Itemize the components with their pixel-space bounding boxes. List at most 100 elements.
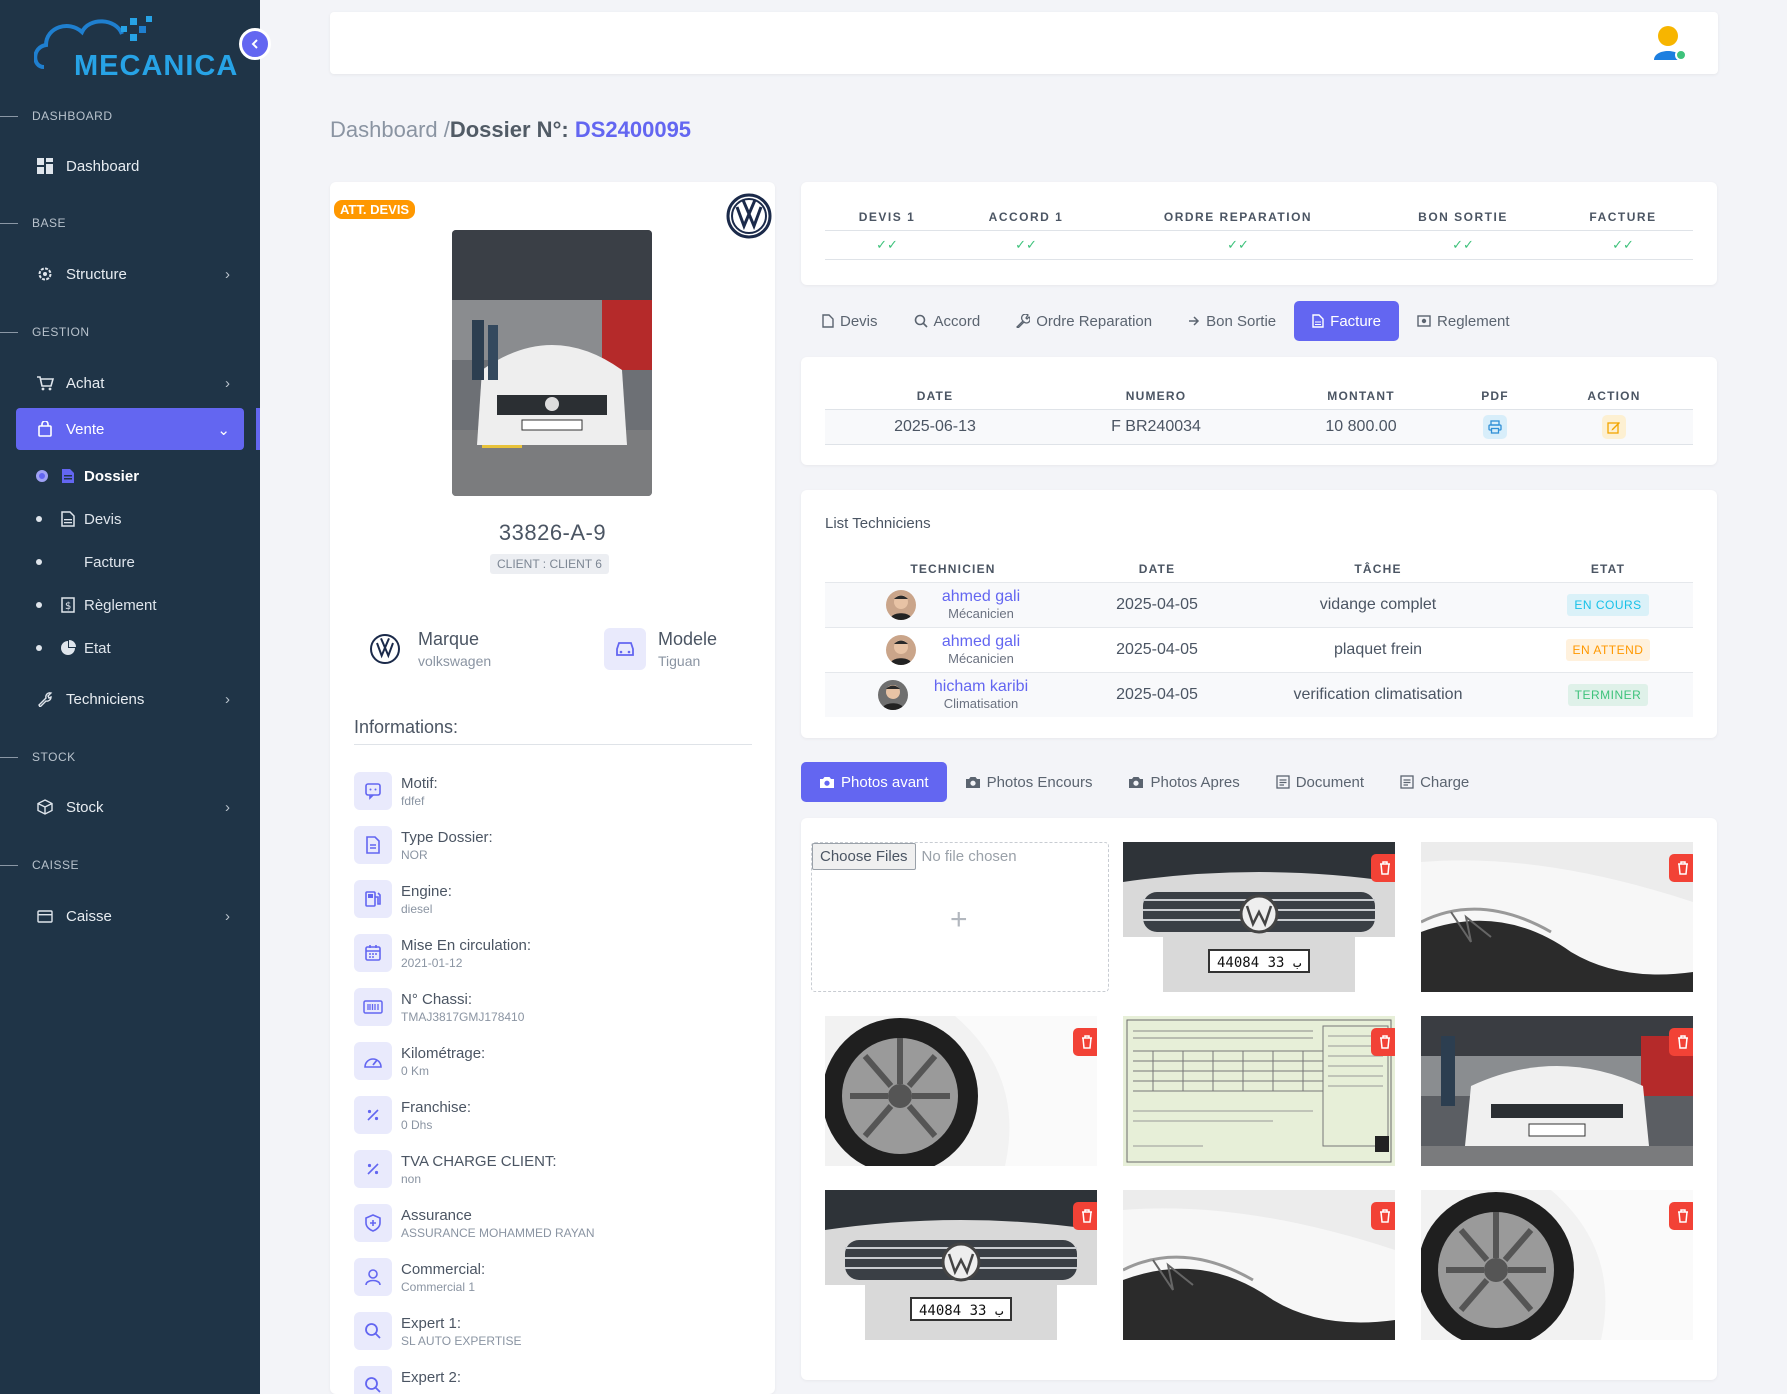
technicien-name[interactable]: hicham karibi xyxy=(934,678,1028,696)
delete-photo-button[interactable] xyxy=(1073,1202,1097,1230)
photo-thumbnail[interactable] xyxy=(1421,1016,1693,1166)
facture-date: 2025-06-13 xyxy=(894,417,976,435)
tab-photos-avant[interactable]: Photos avant xyxy=(801,762,947,802)
tab-label: Ordre Reparation xyxy=(1036,312,1153,330)
calendar-icon xyxy=(354,934,392,972)
photo-tabs: Photos avant Photos Encours Photos Apres… xyxy=(801,762,1487,802)
sidebar-item-dashboard[interactable]: Dashboard xyxy=(16,145,244,187)
delete-photo-button[interactable] xyxy=(1371,1202,1395,1230)
vehicle-photo xyxy=(452,230,652,496)
technicien-tache: plaquet frein xyxy=(1233,626,1523,672)
file-upload-dropzone[interactable]: Choose Files No file chosen + xyxy=(811,842,1109,992)
sidebar-item-structure[interactable]: Structure › xyxy=(16,253,244,295)
bullet-icon xyxy=(36,470,48,482)
delete-photo-button[interactable] xyxy=(1669,1202,1693,1230)
active-indicator xyxy=(256,408,260,450)
sidebar-sub-devis[interactable]: Devis xyxy=(36,510,122,528)
double-check-icon: ✓✓ xyxy=(876,237,898,252)
table-row: 2025-06-13 F BR240034 10 800.00 xyxy=(825,409,1693,444)
photo-thumbnail[interactable]: 44084 ب 33 xyxy=(1123,842,1395,992)
tab-photos-apres[interactable]: Photos Apres xyxy=(1110,762,1257,802)
tab-label: Reglement xyxy=(1437,312,1510,330)
delete-photo-button[interactable] xyxy=(1371,854,1395,882)
info-value: Commercial 1 xyxy=(401,1280,476,1294)
photo-thumbnail[interactable] xyxy=(1123,1190,1395,1340)
sidebar-sub-dossier[interactable]: Dossier xyxy=(36,467,139,485)
photo-thumbnail[interactable]: 44084 ب 33 xyxy=(825,1190,1097,1340)
tab-label: Accord xyxy=(933,312,981,330)
choose-files-button[interactable]: Choose Files xyxy=(812,843,916,870)
collapse-sidebar-button[interactable] xyxy=(239,28,271,60)
info-label: Expert 1: xyxy=(401,1315,462,1332)
info-value: NOR xyxy=(401,848,428,862)
vw-logo-icon xyxy=(725,192,773,240)
tab-devis[interactable]: Devis xyxy=(804,301,896,341)
column-header: ETAT xyxy=(1590,561,1626,576)
breadcrumb-root[interactable]: Dashboard / xyxy=(330,117,450,142)
sidebar-item-techniciens[interactable]: Techniciens › xyxy=(16,678,244,720)
delete-photo-button[interactable] xyxy=(1073,1028,1097,1056)
sidebar-item-stock[interactable]: Stock › xyxy=(16,786,244,828)
user-avatar[interactable] xyxy=(1652,24,1688,62)
modele-label: Modele xyxy=(658,629,718,649)
document-lines-icon xyxy=(1276,775,1290,789)
bullet-icon xyxy=(36,516,42,522)
tab-label: Photos Apres xyxy=(1150,773,1240,791)
tab-photos-encours[interactable]: Photos Encours xyxy=(947,762,1111,802)
trash-icon xyxy=(1082,1035,1092,1049)
sidebar-item-label: Techniciens xyxy=(66,690,145,708)
technicien-name[interactable]: ahmed gali xyxy=(942,633,1020,651)
tab-ordre-reparation[interactable]: Ordre Reparation xyxy=(998,301,1170,341)
brand-logo[interactable]: MECANICA xyxy=(33,12,237,82)
tab-reglement[interactable]: Reglement xyxy=(1399,301,1528,341)
photo-thumbnail[interactable] xyxy=(1123,1016,1395,1166)
column-header: TECHNICIEN xyxy=(910,561,996,576)
tab-bon-sortie[interactable]: Bon Sortie xyxy=(1170,301,1294,341)
delete-photo-button[interactable] xyxy=(1371,1028,1395,1056)
column-header: TÂCHE xyxy=(1354,561,1402,576)
info-row: Franchise: 0 Dhs xyxy=(354,1096,471,1134)
techniciens-card: List Techniciens TECHNICIEN DATE TÂCHE E… xyxy=(801,490,1717,738)
photo-thumbnail[interactable] xyxy=(1421,1190,1693,1340)
column-header: DATE xyxy=(1138,561,1176,576)
technicien-name[interactable]: ahmed gali xyxy=(942,588,1020,606)
info-value: 0 Dhs xyxy=(401,1118,433,1132)
sidebar-sub-etat[interactable]: Etat xyxy=(36,639,111,657)
sidebar-sub-label: Dossier xyxy=(84,467,140,485)
sidebar-sub-reglement[interactable]: $ Règlement xyxy=(36,596,157,614)
delete-photo-button[interactable] xyxy=(1669,1028,1693,1056)
sidebar-item-achat[interactable]: Achat › xyxy=(16,362,244,404)
section-stock: STOCK xyxy=(0,750,76,764)
tab-charge[interactable]: Charge xyxy=(1382,762,1487,802)
camera-icon xyxy=(819,776,835,789)
svg-text:44084 ب 33: 44084 ب 33 xyxy=(1217,955,1302,971)
sidebar-sub-facture[interactable]: Facture xyxy=(36,553,135,571)
print-pdf-button[interactable] xyxy=(1483,414,1507,439)
tab-label: Bon Sortie xyxy=(1206,312,1277,330)
tab-document[interactable]: Document xyxy=(1258,762,1382,802)
sidebar-item-caisse[interactable]: Caisse › xyxy=(16,895,244,937)
sidebar-item-label: Stock xyxy=(66,798,104,816)
percent-icon xyxy=(354,1150,392,1188)
tab-accord[interactable]: Accord xyxy=(896,301,999,341)
status-badge: EN COURS xyxy=(1567,593,1649,616)
info-label: Mise En circulation: xyxy=(401,937,532,954)
edit-button[interactable] xyxy=(1602,414,1626,439)
printer-icon xyxy=(1488,419,1502,434)
search-icon xyxy=(354,1366,392,1394)
tab-label: Document xyxy=(1295,773,1365,791)
tab-label: Charge xyxy=(1420,773,1470,791)
speedometer-icon xyxy=(354,1042,392,1080)
chevron-right-icon: › xyxy=(225,691,230,708)
breadcrumb: Dashboard /Dossier N°: DS2400095 xyxy=(330,117,691,143)
trash-icon xyxy=(1082,1209,1092,1223)
sidebar-item-vente[interactable]: Vente ⌄ xyxy=(16,408,244,450)
chevron-right-icon: › xyxy=(225,266,230,283)
gear-icon xyxy=(36,265,54,283)
marque-label: Marque xyxy=(418,629,480,649)
tab-facture[interactable]: Facture xyxy=(1294,301,1400,341)
photo-thumbnail[interactable] xyxy=(825,1016,1097,1166)
delete-photo-button[interactable] xyxy=(1669,854,1693,882)
trash-icon xyxy=(1678,861,1688,875)
photo-thumbnail[interactable] xyxy=(1421,842,1693,992)
